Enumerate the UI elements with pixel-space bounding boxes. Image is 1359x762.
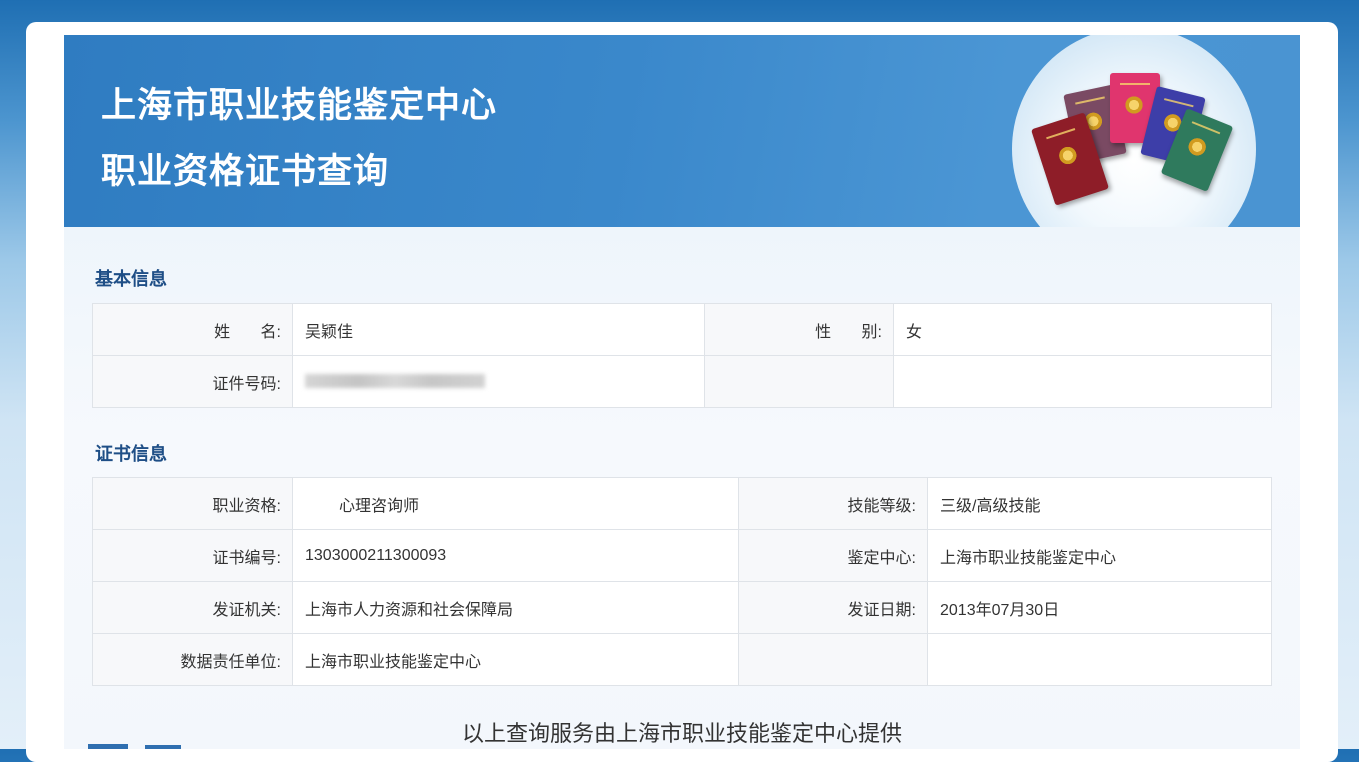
table-row: 姓 名: 吴颖佳 性 别: 女 <box>92 303 1272 356</box>
table-row: 证件号码: <box>92 355 1272 408</box>
empty-label-cell <box>704 355 894 408</box>
id-number-redacted <box>305 374 485 389</box>
header-title-org: 上海市职业技能鉴定中心 <box>101 86 498 125</box>
skill-level-value: 三级/高级技能 <box>927 477 1272 530</box>
gender-label: 性 别: <box>704 303 894 356</box>
issuing-authority-value: 上海市人力资源和社会保障局 <box>292 581 739 634</box>
id-number-label: 证件号码: <box>92 355 293 408</box>
qualification-label: 职业资格: <box>92 477 293 530</box>
qualification-value: 心理咨询师 <box>292 477 739 530</box>
basic-info-section-title: 基本信息 <box>95 269 167 289</box>
bottom-decoration <box>145 745 181 749</box>
empty-value-cell <box>927 633 1272 686</box>
table-row: 职业资格: 心理咨询师 技能等级: 三级/高级技能 <box>92 477 1272 530</box>
page-header-banner: 上海市职业技能鉴定中心 职业资格证书查询 <box>64 35 1300 227</box>
appraisal-center-value: 上海市职业技能鉴定中心 <box>927 529 1272 582</box>
certificate-number-value: 1303000211300093 <box>292 529 739 582</box>
table-row: 数据责任单位: 上海市职业技能鉴定中心 <box>92 633 1272 686</box>
name-label: 姓 名: <box>92 303 293 356</box>
service-provider-footer: 以上查询服务由上海市职业技能鉴定中心提供 <box>461 721 902 746</box>
name-value: 吴颖佳 <box>292 303 705 356</box>
issuing-authority-label: 发证机关: <box>92 581 293 634</box>
certificate-info-table: 职业资格: 心理咨询师 技能等级: 三级/高级技能 证书编号: 13030002… <box>92 477 1272 686</box>
table-row: 发证机关: 上海市人力资源和社会保障局 发证日期: 2013年07月30日 <box>92 581 1272 634</box>
certificate-books-illustration <box>1012 35 1256 227</box>
id-number-value <box>292 355 705 408</box>
certificate-number-label: 证书编号: <box>92 529 293 582</box>
empty-label-cell <box>738 633 928 686</box>
qualification-value-text: 心理咨询师 <box>339 497 420 515</box>
data-responsible-unit-label: 数据责任单位: <box>92 633 293 686</box>
certificate-info-section-title: 证书信息 <box>95 444 167 464</box>
issue-date-value: 2013年07月30日 <box>927 581 1272 634</box>
header-title-query: 职业资格证书查询 <box>101 152 390 191</box>
gender-value: 女 <box>893 303 1272 356</box>
issue-date-label: 发证日期: <box>738 581 928 634</box>
data-responsible-unit-value: 上海市职业技能鉴定中心 <box>292 633 739 686</box>
appraisal-center-label: 鉴定中心: <box>738 529 928 582</box>
basic-info-table: 姓 名: 吴颖佳 性 别: 女 证件号码: <box>92 303 1272 408</box>
table-row: 证书编号: 1303000211300093 鉴定中心: 上海市职业技能鉴定中心 <box>92 529 1272 582</box>
empty-value-cell <box>893 355 1272 408</box>
bottom-decoration <box>88 744 128 749</box>
skill-level-label: 技能等级: <box>738 477 928 530</box>
